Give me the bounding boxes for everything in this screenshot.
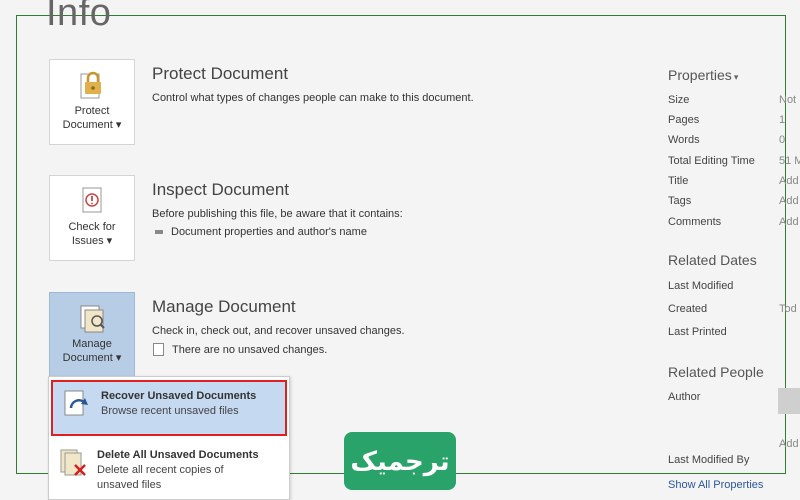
- properties-header-text: Properties: [668, 67, 732, 83]
- inspect-label-1: Check for: [68, 221, 116, 233]
- date-row: Created Tod: [668, 303, 797, 315]
- inspect-label-2: Issues ▾: [71, 235, 113, 247]
- protect-label-1: Protect: [74, 105, 110, 117]
- manage-status-text: There are no unsaved changes.: [172, 343, 328, 356]
- recover-subtitle: Browse recent unsaved files: [101, 405, 239, 417]
- manage-section: Manage Document Check in, check out, and…: [152, 297, 405, 356]
- delete-subtitle: Delete all recent copies of: [97, 464, 224, 476]
- chevron-down-icon: ▾: [733, 72, 739, 82]
- property-row: Total Editing Time 51 M: [668, 155, 800, 167]
- delete-unsaved-documents-item[interactable]: Delete All Unsaved Documents Delete all …: [49, 441, 289, 499]
- delete-subtitle-2: unsaved files: [97, 479, 162, 491]
- manage-document-icon: [80, 305, 105, 333]
- inspect-bullet-text: Document properties and author's name: [171, 226, 367, 238]
- property-row: Size Not: [668, 94, 797, 106]
- manage-label-1: Manage: [72, 338, 112, 350]
- manage-document-button[interactable]: Manage Document ▾: [49, 292, 135, 378]
- author-avatar: [778, 388, 800, 414]
- inspect-document-icon: [82, 187, 102, 213]
- protect-heading: Protect Document: [152, 64, 289, 83]
- manage-heading: Manage Document: [152, 297, 296, 316]
- manage-document-dropdown: Recover Unsaved Documents Browse recent …: [48, 376, 290, 500]
- date-row: Last Modified: [668, 280, 734, 292]
- last-modified-by-label: Last Modified By: [668, 454, 750, 466]
- show-all-properties-link[interactable]: Show All Properties: [668, 479, 763, 491]
- lock-icon: [80, 71, 101, 99]
- recover-unsaved-documents-item[interactable]: Recover Unsaved Documents Browse recent …: [51, 380, 287, 436]
- watermark-logo: ترجمیک: [344, 432, 456, 490]
- property-row[interactable]: Comments Add: [668, 216, 800, 228]
- delete-document-icon: [60, 449, 86, 476]
- inspect-description: Before publishing this file, be aware th…: [152, 208, 403, 220]
- manage-status-row: There are no unsaved changes.: [152, 343, 405, 356]
- protect-description: Control what types of changes people can…: [152, 92, 474, 104]
- properties-panel: Properties ▾ Size Not Pages 1 Words 0 Total …: [668, 0, 800, 500]
- protect-document-button[interactable]: Protect Document ▾: [49, 59, 135, 145]
- recover-document-icon: [64, 390, 88, 416]
- bullet-icon: [155, 230, 163, 234]
- inspect-section: Inspect Document Before publishing this …: [152, 180, 403, 238]
- add-author-link[interactable]: Add: [779, 438, 800, 450]
- recover-title: Recover Unsaved Documents: [101, 390, 257, 402]
- property-row[interactable]: Title Add: [668, 175, 800, 187]
- protect-label-2: Document ▾: [62, 119, 122, 131]
- manage-description: Check in, check out, and recover unsaved…: [152, 325, 405, 337]
- inspect-bullet-row: Document properties and author's name: [152, 226, 403, 238]
- property-row: Pages 1: [668, 114, 786, 126]
- page-title: Info: [46, 0, 112, 34]
- delete-title: Delete All Unsaved Documents: [97, 449, 259, 461]
- related-dates-header: Related Dates: [668, 252, 757, 268]
- property-row: Words 0: [668, 134, 786, 146]
- date-row: Last Printed: [668, 326, 727, 338]
- related-people-header: Related People: [668, 364, 764, 380]
- check-for-issues-button[interactable]: Check for Issues ▾: [49, 175, 135, 261]
- inspect-heading: Inspect Document: [152, 180, 290, 199]
- property-row[interactable]: Tags Add: [668, 195, 800, 207]
- properties-header[interactable]: Properties ▾: [668, 67, 738, 83]
- protect-section: Protect Document Control what types of c…: [152, 64, 474, 106]
- page-icon: [153, 343, 164, 356]
- manage-label-2: Document ▾: [62, 352, 122, 364]
